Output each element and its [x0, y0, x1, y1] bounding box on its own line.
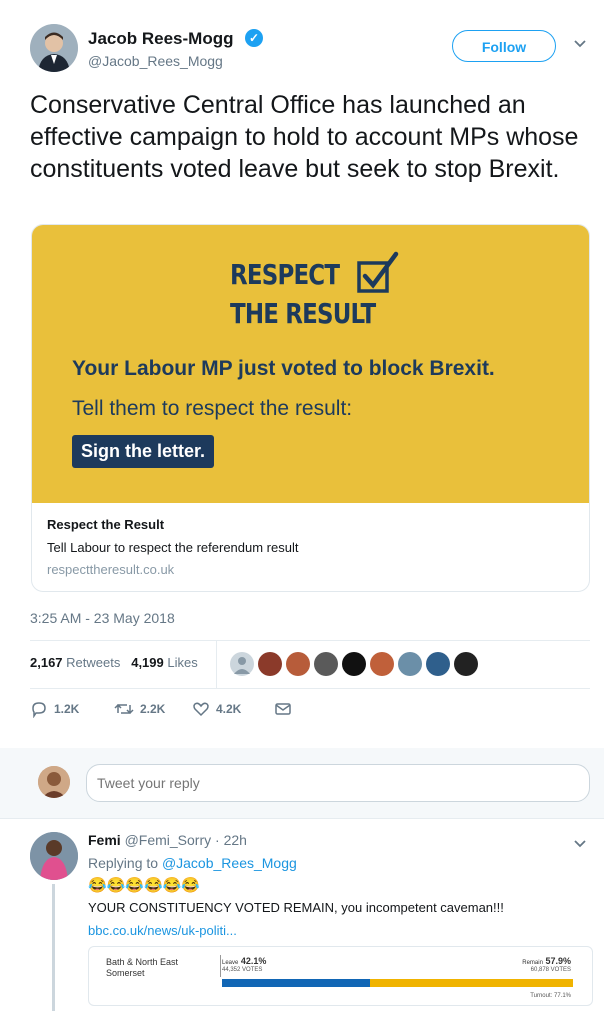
- heart-icon: [193, 702, 209, 717]
- avatar[interactable]: [398, 652, 422, 676]
- reply-header: Femi @Femi_Sorry · 22h: [88, 832, 247, 848]
- chevron-down-icon[interactable]: [572, 36, 588, 52]
- retweets-label: Retweets: [66, 655, 121, 670]
- retweet-action[interactable]: 2.2K: [114, 700, 165, 718]
- author-name[interactable]: Jacob Rees-Mogg: [88, 29, 233, 49]
- reply-author-name[interactable]: Femi: [88, 832, 121, 848]
- reply-author-handle[interactable]: @Femi_Sorry: [125, 832, 212, 848]
- leave-result: Leave 42.1%: [222, 956, 266, 966]
- likes-count: 4,199: [131, 655, 164, 670]
- result-bar: [222, 979, 573, 987]
- avatar[interactable]: [314, 652, 338, 676]
- replying-to: Replying to @Jacob_Rees_Mogg: [88, 855, 297, 871]
- remain-result: Remain 57.9%: [522, 956, 571, 966]
- leave-bar: [222, 979, 370, 987]
- likes-label: Likes: [167, 655, 198, 670]
- leave-pct: 42.1%: [240, 956, 267, 966]
- verified-badge-icon: ✓: [245, 29, 263, 47]
- link-card[interactable]: RESPECT THE RESULT Your Labour MP just v…: [31, 224, 590, 592]
- avatar[interactable]: [230, 652, 254, 676]
- avatar[interactable]: [370, 652, 394, 676]
- replying-handle-link[interactable]: @Jacob_Rees_Mogg: [162, 855, 297, 871]
- leave-label: Leave: [222, 960, 239, 966]
- checkbox-icon: [356, 251, 404, 297]
- card-image: RESPECT THE RESULT Your Labour MP just v…: [32, 225, 589, 503]
- direct-message-action[interactable]: [274, 700, 298, 718]
- reply-link[interactable]: bbc.co.uk/news/uk-politi...: [88, 923, 237, 938]
- divider: [0, 818, 604, 819]
- result-place: Bath & North East Somerset: [106, 957, 179, 978]
- avatar[interactable]: [426, 652, 450, 676]
- reply-input[interactable]: [86, 764, 590, 802]
- result-card[interactable]: Bath & North East Somerset Leave 42.1% 4…: [88, 946, 593, 1006]
- card-title: Respect the Result: [47, 517, 165, 532]
- reply-count: 1.2K: [54, 702, 80, 716]
- reply-icon: [32, 702, 46, 718]
- divider: [216, 640, 217, 688]
- like-count: 4.2K: [216, 702, 242, 716]
- envelope-icon: [275, 703, 291, 715]
- retweets-stat[interactable]: 2,167 Retweets: [30, 655, 120, 670]
- turnout: Turnout: 77.1%: [530, 993, 571, 999]
- tweet: Jacob Rees-Mogg ✓ @Jacob_Rees_Mogg Follo…: [0, 0, 604, 750]
- card-image-headline-1: RESPECT: [230, 258, 340, 291]
- reply-emojis: 😂😂😂😂😂😂: [88, 877, 201, 894]
- replying-prefix: Replying to: [88, 855, 159, 871]
- remain-label: Remain: [522, 960, 543, 966]
- like-action[interactable]: 4.2K: [192, 700, 241, 718]
- reply-text: YOUR CONSTITUENCY VOTED REMAIN, you inco…: [88, 900, 504, 915]
- author-handle[interactable]: @Jacob_Rees_Mogg: [88, 53, 223, 69]
- card-url: respecttheresult.co.uk: [47, 562, 175, 577]
- reply-action[interactable]: 1.2K: [30, 700, 79, 718]
- reply-author-avatar[interactable]: [30, 832, 78, 880]
- chevron-down-icon[interactable]: [572, 836, 588, 852]
- retweet-count: 2.2K: [140, 702, 166, 716]
- leave-votes: 44,352 VOTES: [222, 967, 263, 973]
- divider: [30, 640, 590, 641]
- card-image-subtext: Tell them to respect the result:: [72, 397, 353, 420]
- thread-line: [52, 884, 55, 1011]
- follow-button[interactable]: Follow: [452, 30, 556, 62]
- divider: [30, 688, 590, 689]
- user-avatar: [38, 766, 70, 798]
- retweets-count: 2,167: [30, 655, 63, 670]
- remain-votes: 60,878 VOTES: [530, 967, 571, 973]
- card-image-message: Your Labour MP just voted to block Brexi…: [72, 357, 495, 380]
- avatar[interactable]: [342, 652, 366, 676]
- card-image-sign-button: Sign the letter.: [72, 435, 215, 468]
- card-image-headline-2: THE RESULT: [230, 297, 376, 330]
- remain-pct: 57.9%: [545, 956, 571, 966]
- author-avatar[interactable]: [30, 24, 78, 72]
- reply-time[interactable]: · 22h: [215, 832, 247, 848]
- avatar[interactable]: [454, 652, 478, 676]
- retweet-icon: [114, 703, 134, 715]
- divider: [220, 955, 221, 977]
- avatar[interactable]: [286, 652, 310, 676]
- likes-stat[interactable]: 4,199 Likes: [131, 655, 198, 670]
- tweet-timestamp[interactable]: 3:25 AM - 23 May 2018: [30, 610, 175, 626]
- tweet-stats: 2,167 Retweets 4,199 Likes: [30, 655, 198, 670]
- tweet-text: Conservative Central Office has launched…: [30, 91, 579, 183]
- avatar[interactable]: [258, 652, 282, 676]
- card-description: Tell Labour to respect the referendum re…: [47, 540, 299, 555]
